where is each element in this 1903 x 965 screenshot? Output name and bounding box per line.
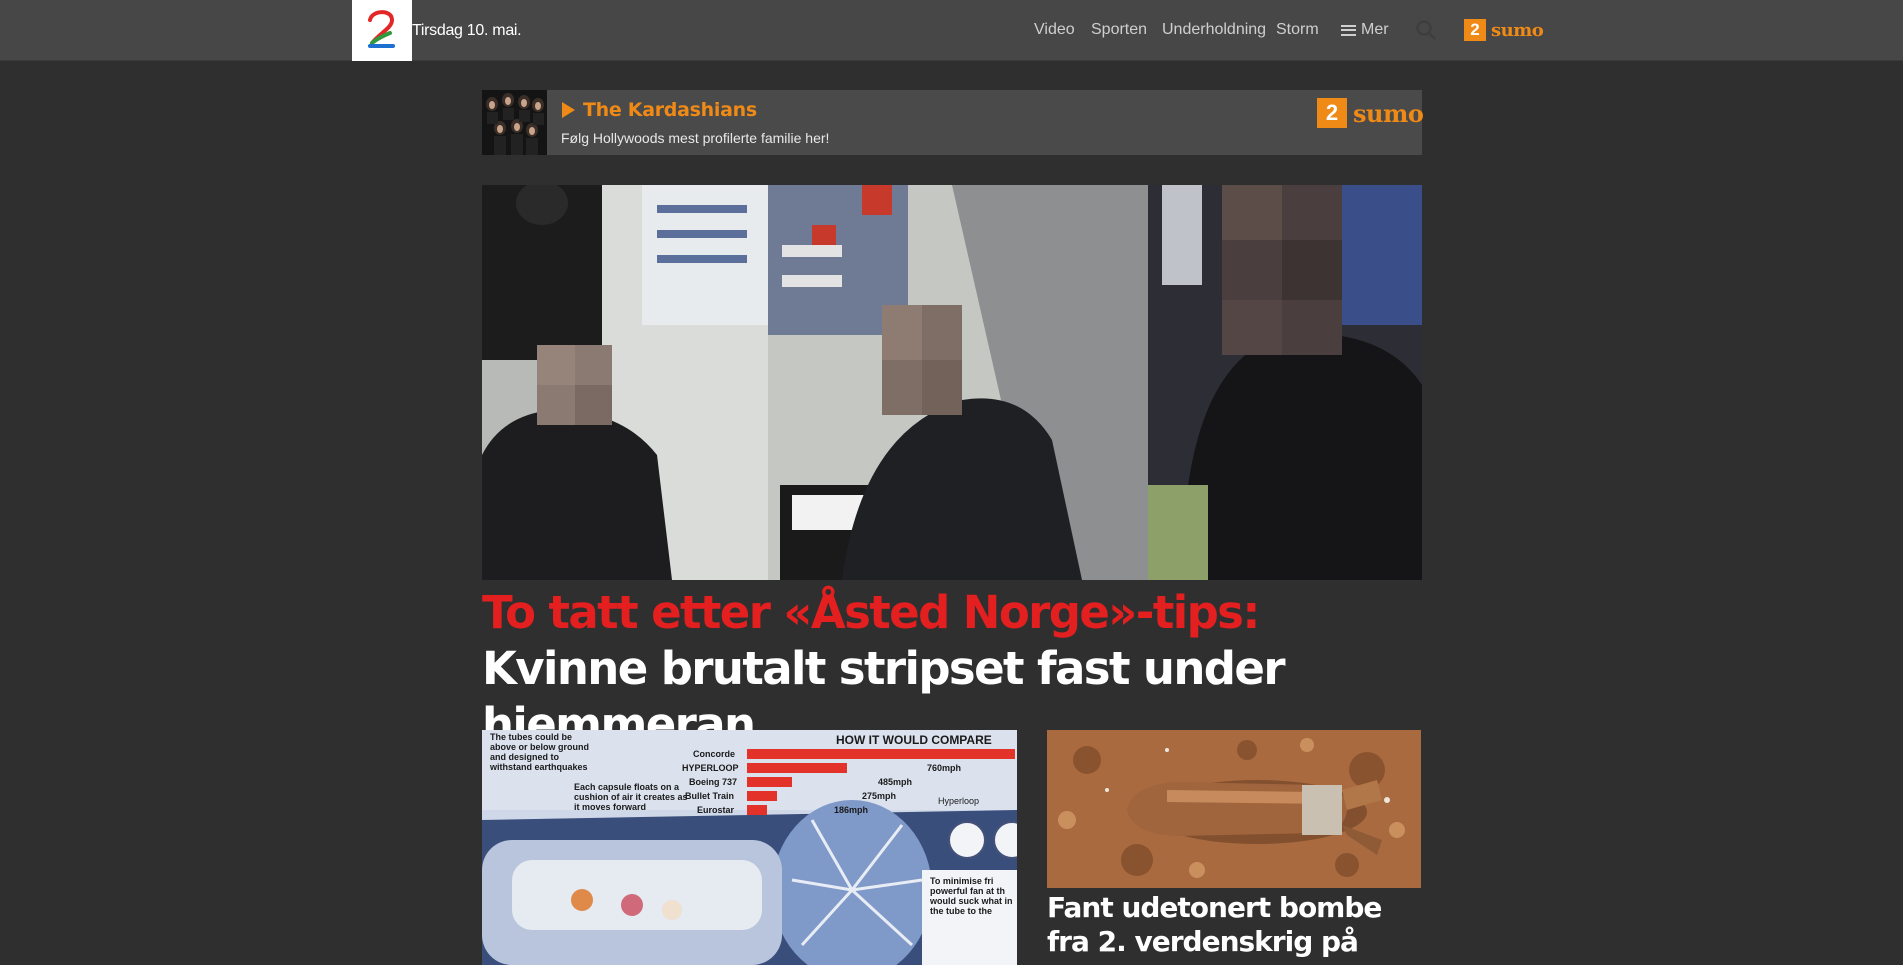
bomb-article-headline[interactable]: Fant udetonert bombe fra 2. verdenskrig …	[1047, 891, 1427, 965]
nav-video[interactable]: Video	[1034, 21, 1075, 39]
infographic-bar	[747, 805, 767, 815]
hero-article-image[interactable]	[482, 185, 1422, 580]
sumo-badge: 2	[1464, 19, 1486, 41]
infographic-row-label: Concorde	[693, 749, 735, 759]
infographic-bar	[747, 749, 1015, 759]
sumo-wordmark: sumo	[1491, 19, 1544, 41]
infographic-note: Each capsule floats on a cushion of air …	[574, 782, 688, 812]
hamburger-icon	[1341, 24, 1356, 36]
nav-more-label: Mer	[1361, 21, 1389, 38]
bomb-article-image[interactable]	[1047, 730, 1421, 888]
infographic-row-label: Boeing 737	[689, 777, 737, 787]
infographic-note: To minimise fri powerful fan at th would…	[930, 876, 1013, 916]
promo-thumbnail	[482, 90, 547, 155]
promo-title-text: The Kardashians	[583, 99, 757, 121]
search-icon[interactable]	[1416, 20, 1436, 40]
infographic-row-value: 275mph	[862, 791, 896, 801]
hero-headline[interactable]: To tatt etter «Åsted Norge»-tips: Kvinne…	[482, 585, 1432, 753]
infographic-row-value: 760mph	[927, 763, 961, 773]
infographic-row-label: Eurostar	[697, 805, 735, 815]
tv2-logo[interactable]	[352, 0, 412, 61]
promo-sumo-logo: 2 sumo	[1317, 98, 1424, 128]
promo-title: The Kardashians	[562, 99, 757, 121]
play-icon	[562, 102, 575, 118]
infographic-note: The tubes could be above or below ground…	[490, 732, 590, 772]
infographic-row-label: HYPERLOOP	[682, 763, 739, 773]
infographic-bar	[747, 763, 847, 773]
infographic-hyperloop-label: Hyperloop	[938, 796, 979, 806]
infographic-title: HOW IT WOULD COMPARE	[836, 733, 992, 747]
top-navigation-bar: Tirsdag 10. mai. Video Sporten Underhold…	[0, 0, 1903, 61]
sumo-link[interactable]: 2 sumo	[1464, 19, 1544, 41]
nav-sporten[interactable]: Sporten	[1091, 21, 1147, 39]
infographic-bar	[747, 791, 777, 801]
nav-storm[interactable]: Storm	[1276, 21, 1319, 39]
infographic-row-value: 485mph	[878, 777, 912, 787]
date-label: Tirsdag 10. mai.	[412, 22, 522, 39]
sumo-wordmark: sumo	[1353, 98, 1424, 128]
hyperloop-article-image[interactable]: HOW IT WOULD COMPARE Concorde HYPERLOOP …	[482, 730, 1017, 965]
nav-more-menu[interactable]: Mer	[1341, 21, 1389, 39]
nav-underholdning[interactable]: Underholdning	[1162, 21, 1266, 39]
hero-kicker: To tatt etter «Åsted Norge»-tips:	[482, 586, 1260, 639]
infographic-row-value: 186mph	[834, 805, 868, 815]
infographic-bar	[747, 777, 792, 787]
sumo-badge: 2	[1317, 98, 1347, 128]
promo-subtitle: Følg Hollywoods mest profilerte familie …	[561, 130, 830, 146]
kardashians-promo-banner[interactable]: The Kardashians Følg Hollywoods mest pro…	[482, 90, 1424, 155]
